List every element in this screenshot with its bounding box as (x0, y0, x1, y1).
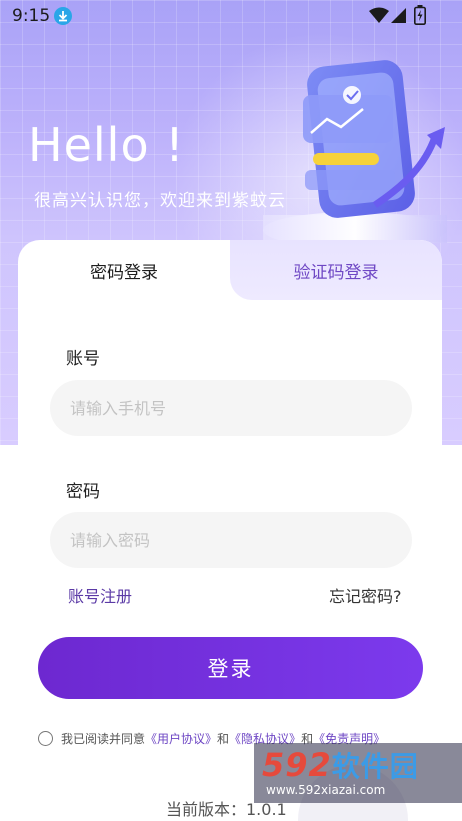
tab-password-login[interactable]: 密码登录 (18, 240, 230, 300)
agreement-prefix: 我已阅读并同意 (61, 732, 146, 746)
agreement-and-1: 和 (217, 732, 230, 746)
watermark-logo: 592软件园 (262, 745, 419, 785)
battery-icon (414, 5, 426, 25)
hero-subtitle: 很高兴认识您，欢迎来到紫蚊云 (34, 191, 286, 211)
password-input[interactable] (50, 512, 412, 568)
watermark: 592软件园 www.592xiazai.com (254, 743, 462, 803)
signal-icon (391, 8, 406, 23)
account-label: 账号 (66, 349, 100, 369)
radio-unchecked-icon[interactable] (38, 731, 53, 746)
phone-chart-illustration (263, 60, 447, 248)
tab-code-login[interactable]: 验证码登录 (230, 240, 442, 300)
user-agreement-link[interactable]: 《用户协议》 (145, 730, 217, 747)
wifi-icon (369, 7, 389, 23)
status-bar: 9:15 (0, 0, 462, 32)
watermark-url: www.592xiazai.com (266, 783, 386, 797)
forgot-password-link[interactable]: 忘记密码? (329, 583, 402, 607)
download-icon (54, 7, 72, 25)
login-button[interactable]: 登录 (38, 637, 423, 699)
status-time: 9:15 (12, 6, 51, 26)
register-link[interactable]: 账号注册 (68, 583, 132, 607)
login-card: 密码登录 验证码登录 账号 密码 账号注册 忘记密码? 登录 我已阅读并同意 《… (18, 240, 442, 821)
password-label: 密码 (66, 482, 100, 502)
watermark-brand-number: 592 (262, 746, 332, 784)
hero-title: Hello ! (28, 118, 185, 172)
watermark-brand-text: 软件园 (331, 750, 419, 783)
account-input[interactable] (50, 380, 412, 436)
